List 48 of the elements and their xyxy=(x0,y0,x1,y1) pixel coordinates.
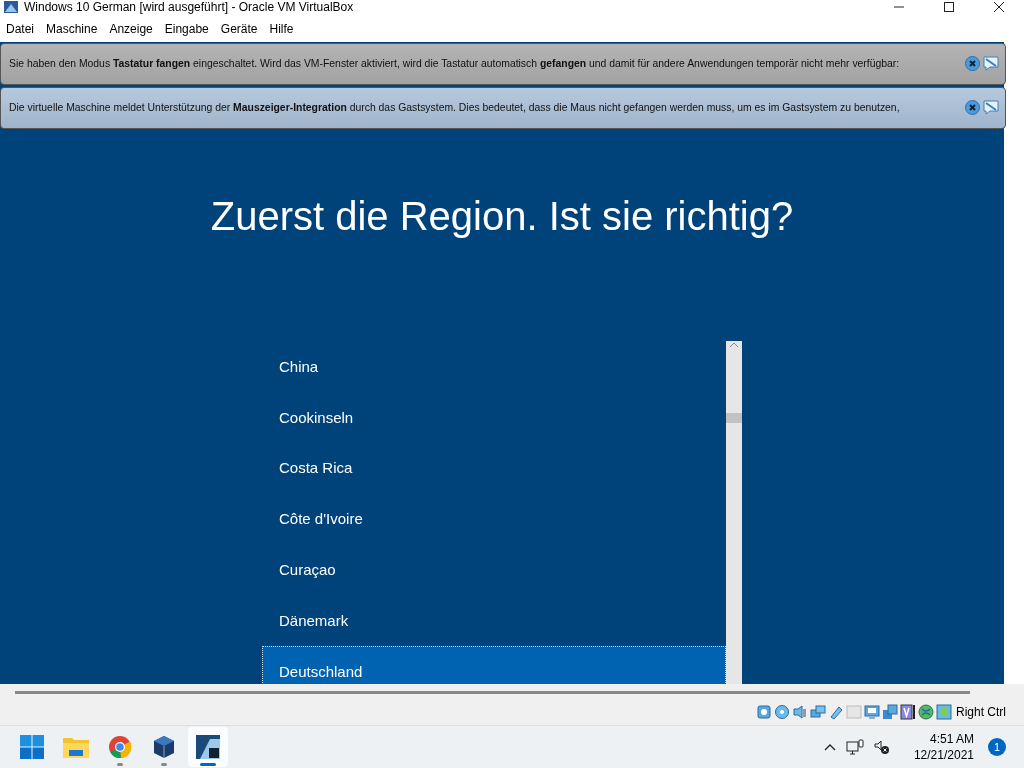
scrollbar-thumb[interactable] xyxy=(726,412,742,423)
close-icon xyxy=(993,1,1005,13)
app-icon xyxy=(196,735,220,760)
close-icon[interactable] xyxy=(965,100,980,116)
windows-logo-icon xyxy=(20,735,44,760)
optical-disc-icon[interactable] xyxy=(774,703,790,720)
region-option[interactable]: Deutschland xyxy=(262,645,726,684)
notification-text: Die virtuelle Maschine meldet Unterstützung der Mauszeiger-Integration durch das Gastsystem. Dies bedeutet, dass die Maus nicht gefangen werden muss, um es im Gastsystem zu benutzen, xyxy=(9,102,901,114)
download-icon[interactable] xyxy=(936,703,952,720)
clock-date[interactable]: 12/21/2021 xyxy=(913,748,974,763)
speech-bubble-icon[interactable] xyxy=(983,56,999,72)
muted-speaker-icon[interactable] xyxy=(873,739,890,756)
letter-v-icon[interactable] xyxy=(900,703,916,720)
network-icon[interactable] xyxy=(810,703,826,720)
scrollbar[interactable] xyxy=(726,340,742,684)
windows-stack-icon[interactable] xyxy=(882,703,898,720)
cube-icon xyxy=(153,735,175,760)
clock-time[interactable]: 4:51 AM xyxy=(929,732,974,747)
chevron-up-icon[interactable] xyxy=(823,743,836,752)
region-option[interactable]: China xyxy=(262,340,726,392)
speaker-icon[interactable] xyxy=(792,703,808,720)
taskbar-app-button[interactable] xyxy=(188,727,228,768)
browser-icon xyxy=(108,735,132,760)
notification-text: Sie haben den Modus Tastatur fangen eingeschaltet. Wird das VM-Fenster aktiviert, wird die Tastatur automatisch gefangen und damit für andere Anwendungen temporär nicht mehr verfügbar: xyxy=(9,58,901,70)
notification-badge[interactable]: 1 xyxy=(988,738,1006,757)
region-option[interactable]: Dänemark xyxy=(262,595,726,646)
maximize-icon xyxy=(943,1,955,13)
speech-bubble-icon[interactable] xyxy=(983,100,999,116)
menu-item[interactable]: Hilfe xyxy=(265,21,302,36)
page-heading: Zuerst die Region. Ist sie richtig? xyxy=(210,193,794,239)
menu-item[interactable]: Datei xyxy=(2,21,42,36)
scroll-up-icon[interactable] xyxy=(729,340,739,349)
close-icon[interactable] xyxy=(965,56,980,72)
display-icon[interactable] xyxy=(864,703,880,720)
region-option[interactable]: Cookinseln xyxy=(262,391,726,443)
region-option[interactable]: Côte d'Ivoire xyxy=(262,493,726,545)
menu-item[interactable]: Anzeige xyxy=(105,21,161,36)
folder-icon xyxy=(63,736,89,759)
host-key-label: Right Ctrl xyxy=(956,704,1006,719)
region-option[interactable]: Curaçao xyxy=(262,544,726,596)
window-title: Windows 10 German [wird ausgeführt] - Oracle VM VirtualBox xyxy=(24,0,355,14)
menu-item[interactable]: Eingabe xyxy=(160,21,217,36)
app-logo-icon xyxy=(4,1,18,13)
region-option[interactable]: Costa Rica xyxy=(262,442,726,494)
menu-item[interactable]: Geräte xyxy=(216,21,266,36)
globe-icon[interactable] xyxy=(918,703,934,720)
network-icon[interactable] xyxy=(845,739,864,756)
menu-item[interactable]: Maschine xyxy=(42,21,106,36)
